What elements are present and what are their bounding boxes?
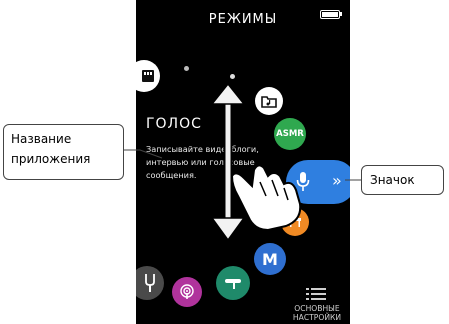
- page-dot-active: [230, 74, 235, 79]
- page-dot: [184, 66, 189, 71]
- callout-app-line1: Название: [11, 132, 72, 146]
- podcast-icon: [180, 284, 194, 299]
- basic-settings-label[interactable]: ОСНОВНЫЕ НАСТРОЙКИ: [284, 304, 350, 322]
- asmr-mode-button[interactable]: ASMR: [274, 118, 306, 150]
- microphone-icon: [296, 172, 310, 191]
- asmr-label: ASMR: [276, 129, 304, 139]
- piano-icon: [289, 218, 301, 227]
- podcast-mode-button[interactable]: [172, 277, 202, 307]
- sd-card-icon: [142, 70, 154, 82]
- callout-app-name: Название приложения: [3, 124, 124, 180]
- instrument-icon: [225, 279, 241, 289]
- menu-label-line2: НАСТРОЙКИ: [292, 313, 342, 322]
- folder-mode-button[interactable]: [255, 87, 283, 115]
- m-label: M: [262, 249, 278, 269]
- instrument-mode-button[interactable]: [216, 266, 250, 300]
- tuning-fork-icon: [145, 274, 155, 292]
- mode-name: ГОЛОС: [146, 116, 202, 132]
- screen-title: РЕЖИМЫ: [208, 12, 278, 27]
- piano-mode-button[interactable]: [281, 208, 309, 236]
- battery-icon: [320, 10, 340, 19]
- settings-menu-icon[interactable]: [306, 287, 326, 301]
- battery-tip: [340, 12, 342, 16]
- m-mode-button[interactable]: M: [254, 243, 286, 275]
- tuning-fork-mode-button[interactable]: [136, 266, 164, 300]
- callout-icon: Значок: [361, 165, 444, 195]
- mode-description: Записывайте видеоблоги, интервью или гол…: [146, 144, 259, 180]
- voice-mode-button-active[interactable]: »: [286, 160, 350, 204]
- device-screen: РЕЖИМЫ ASMR » M ГОЛОС Записывайте видеоб…: [136, 0, 350, 324]
- sd-card-mode-button[interactable]: [136, 60, 160, 92]
- menu-label-line1: ОСНОВНЫЕ: [294, 304, 340, 313]
- folder-music-icon: [261, 96, 277, 108]
- callout-app-line2: приложения: [11, 152, 91, 166]
- double-chevron-icon: »: [332, 171, 342, 190]
